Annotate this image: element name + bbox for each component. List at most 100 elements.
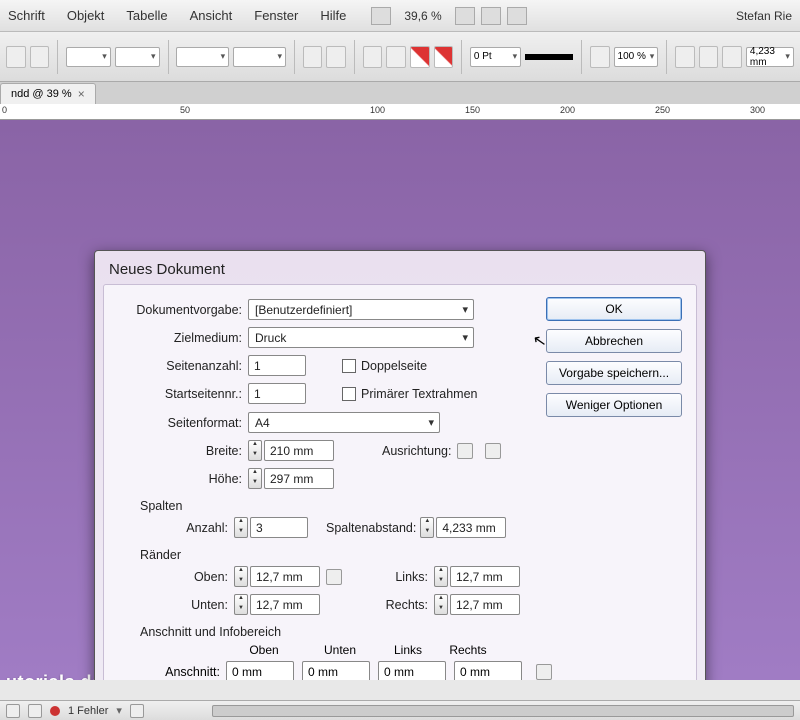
menu-ansicht[interactable]: Ansicht	[190, 8, 233, 23]
width-spinner[interactable]: ▲▼	[248, 440, 262, 461]
ruler-mark: 300	[750, 105, 765, 115]
intent-combo[interactable]: Druck	[248, 327, 474, 348]
user-name: Stefan Rie	[736, 9, 792, 23]
dialog-title: Neues Dokument	[95, 251, 705, 284]
bleed-bottom-input[interactable]: 0 mm	[302, 661, 370, 680]
new-document-dialog: Neues Dokument OK Abbrechen Vorgabe spei…	[94, 250, 706, 680]
bleed-hdr-bottom: Unten	[302, 643, 378, 657]
preset-label: Dokumentvorgabe:	[120, 303, 248, 317]
facing-pages-label: Doppelseite	[361, 359, 427, 373]
col-count-spinner[interactable]: ▲▼	[234, 517, 248, 538]
bridge-icon[interactable]	[371, 7, 391, 25]
primary-frame-checkbox[interactable]	[342, 387, 356, 401]
bleed-right-input[interactable]: 0 mm	[454, 661, 522, 680]
start-input[interactable]: 1	[248, 383, 306, 404]
bleed-left-input[interactable]: 0 mm	[378, 661, 446, 680]
height-input[interactable]: 297 mm	[264, 468, 334, 489]
gutter-input[interactable]: 4,233 mm	[436, 517, 506, 538]
margin-right-spinner[interactable]: ▲▼	[434, 594, 448, 615]
margins-section: Ränder	[140, 548, 680, 562]
bleed-hdr-top: Oben	[226, 643, 302, 657]
watermark: utorials.de	[6, 672, 103, 680]
prev-page-icon[interactable]	[28, 704, 42, 718]
start-label: Startseitennr.:	[120, 387, 248, 401]
nav-left-icon[interactable]	[130, 704, 144, 718]
width-input[interactable]: 210 mm	[264, 440, 334, 461]
rotate-icon[interactable]	[386, 46, 406, 68]
menu-fenster[interactable]: Fenster	[254, 8, 298, 23]
margin-left-input[interactable]: 12,7 mm	[450, 566, 520, 587]
fewer-options-button[interactable]: Weniger Optionen	[546, 393, 682, 417]
corner-icon[interactable]	[722, 46, 742, 68]
menu-hilfe[interactable]: Hilfe	[320, 8, 346, 23]
dim-field[interactable]: 4,233 mm	[746, 47, 794, 67]
orientation-landscape-icon[interactable]	[485, 443, 501, 459]
stroke-none-icon[interactable]	[434, 46, 454, 68]
menu-schrift[interactable]: Schrift	[8, 8, 45, 23]
margin-bottom-label: Unten:	[146, 598, 234, 612]
menu-tabelle[interactable]: Tabelle	[126, 8, 167, 23]
stroke-weight[interactable]: 0 Pt	[470, 47, 521, 67]
error-dot-icon[interactable]	[50, 706, 60, 716]
field-1[interactable]	[66, 47, 111, 67]
opacity[interactable]: 100 %	[614, 47, 659, 67]
page-size-combo[interactable]: A4	[248, 412, 440, 433]
fill-none-icon[interactable]	[410, 46, 430, 68]
close-icon[interactable]: ×	[78, 87, 85, 101]
pages-input[interactable]: 1	[248, 355, 306, 376]
field-2[interactable]	[115, 47, 160, 67]
document-tab-title: ndd @ 39 %	[11, 88, 72, 100]
margin-left-spinner[interactable]: ▲▼	[434, 566, 448, 587]
field-3[interactable]	[176, 47, 229, 67]
gutter-spinner[interactable]: ▲▼	[420, 517, 434, 538]
orientation-portrait-icon[interactable]	[457, 443, 473, 459]
col-count-input[interactable]: 3	[250, 517, 308, 538]
ruler-horizontal: 0 50 100 150 200 250 300	[0, 104, 800, 120]
bleed-hdr-left: Links	[378, 643, 438, 657]
margin-right-input[interactable]: 12,7 mm	[450, 594, 520, 615]
bleed-top-input[interactable]: 0 mm	[226, 661, 294, 680]
char-format-icon[interactable]	[6, 46, 26, 68]
view-mode-icon[interactable]	[455, 7, 475, 25]
menubar: Schrift Objekt Tabelle Ansicht Fenster H…	[0, 0, 800, 32]
para-format-icon[interactable]	[30, 46, 50, 68]
primary-frame-label: Primärer Textrahmen	[361, 387, 477, 401]
bleed-hdr-right: Rechts	[438, 643, 498, 657]
document-tab[interactable]: ndd @ 39 % ×	[0, 83, 96, 104]
zoom-level[interactable]: 39,6 %	[404, 9, 441, 23]
page-size-label: Seitenformat:	[120, 416, 248, 430]
intent-label: Zielmedium:	[120, 331, 248, 345]
bleed-section: Anschnitt und Infobereich	[140, 625, 680, 639]
margin-top-input[interactable]: 12,7 mm	[250, 566, 320, 587]
preset-combo[interactable]: [Benutzerdefiniert]	[248, 299, 474, 320]
ruler-mark: 100	[370, 105, 385, 115]
bleed-link-icon[interactable]	[536, 664, 552, 680]
cancel-button[interactable]: Abbrechen	[546, 329, 682, 353]
stroke-style[interactable]	[525, 54, 573, 60]
menu-objekt[interactable]: Objekt	[67, 8, 105, 23]
align-icon[interactable]	[363, 46, 383, 68]
facing-pages-checkbox[interactable]	[342, 359, 356, 373]
text-wrap2-icon[interactable]	[699, 46, 719, 68]
control-panel: 0 Pt 100 % 4,233 mm	[0, 32, 800, 82]
columns-section: Spalten	[140, 499, 680, 513]
margin-bottom-input[interactable]: 12,7 mm	[250, 594, 320, 615]
gutter-label: Spaltenabstand:	[326, 521, 416, 535]
screen-mode-icon[interactable]	[481, 7, 501, 25]
margin-link-icon[interactable]	[326, 569, 342, 585]
save-preset-button[interactable]: Vorgabe speichern...	[546, 361, 682, 385]
ok-button[interactable]: OK	[546, 297, 682, 321]
field-4[interactable]	[233, 47, 286, 67]
canvas[interactable]: utorials.de 2 Wochenberichte2014 Neues D…	[0, 120, 800, 680]
paragraph-icon[interactable]	[326, 46, 346, 68]
fx-icon[interactable]	[590, 46, 610, 68]
error-count[interactable]: 1 Fehler	[68, 705, 108, 717]
height-spinner[interactable]: ▲▼	[248, 468, 262, 489]
margin-bottom-spinner[interactable]: ▲▼	[234, 594, 248, 615]
text-wrap-icon[interactable]	[675, 46, 695, 68]
first-page-icon[interactable]	[6, 704, 20, 718]
circle-icon[interactable]	[303, 46, 323, 68]
horizontal-scrollbar[interactable]	[212, 705, 794, 717]
margin-top-spinner[interactable]: ▲▼	[234, 566, 248, 587]
arrange-icon[interactable]	[507, 7, 527, 25]
